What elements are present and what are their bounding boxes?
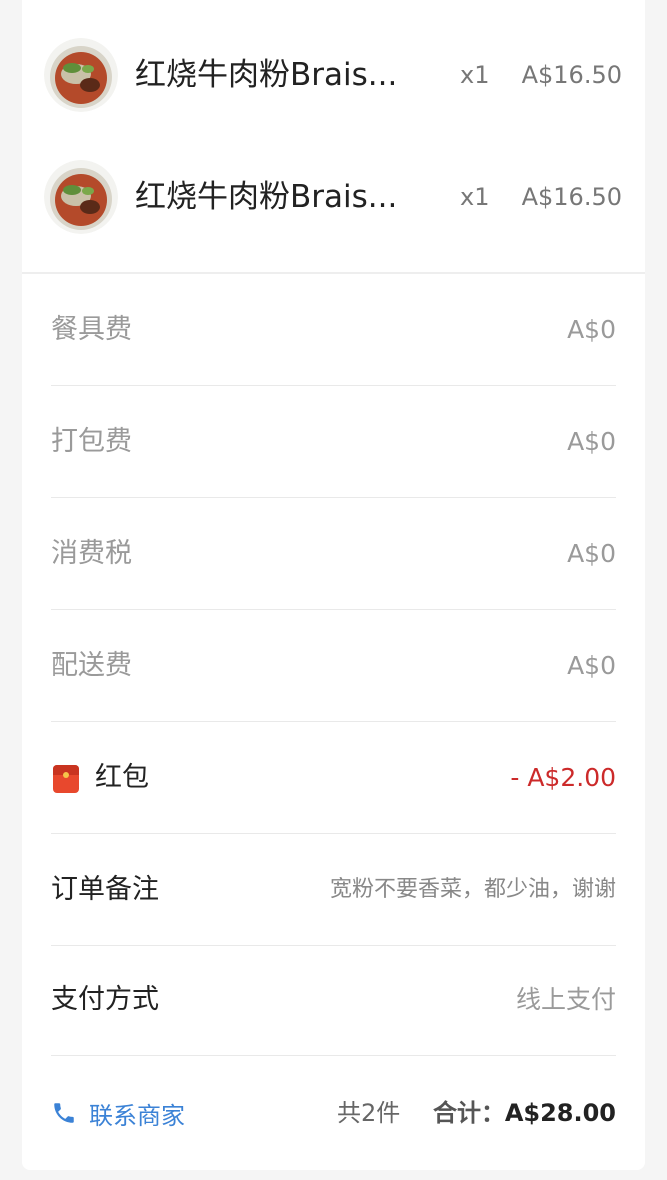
- red-packet-label: 红包: [95, 762, 149, 793]
- payment-method-label: 支付方式: [51, 984, 159, 1015]
- payment-method-value: 线上支付: [515, 985, 616, 1014]
- order-remark-row[interactable]: 订单备注 宽粉不要香菜，都少油，谢谢: [51, 834, 616, 946]
- contact-merchant-button[interactable]: 联系商家: [51, 1093, 185, 1133]
- total-label: 合计：: [433, 1099, 505, 1127]
- item-price: A$16.50: [521, 183, 622, 211]
- item-count: 共2件: [337, 1099, 401, 1127]
- order-item[interactable]: 红烧牛肉粉Brais... x1 A$16.50: [22, 14, 645, 136]
- red-packet-icon: [53, 765, 79, 793]
- item-thumbnail: [44, 160, 118, 234]
- red-packet-row[interactable]: 红包 - A$2.00: [51, 722, 616, 834]
- order-detail-card: 红烧牛肉粉Brais... x1 A$16.50 红烧牛肉粉Brais... x…: [22, 0, 645, 1170]
- item-name: 红烧牛肉粉Brais...: [135, 179, 398, 215]
- contact-merchant-label: 联系商家: [89, 1101, 185, 1130]
- payment-method-row[interactable]: 支付方式 线上支付: [51, 944, 616, 1056]
- packing-fee-row: 打包费 A$0: [51, 386, 616, 498]
- order-summary-footer: 联系商家 共2件 合计： A$28.00: [51, 1055, 616, 1167]
- packing-fee-label: 打包费: [51, 426, 132, 457]
- tax-value: A$0: [567, 539, 616, 568]
- item-quantity: x1: [460, 183, 490, 211]
- delivery-fee-label: 配送费: [51, 650, 132, 681]
- tableware-fee-label: 餐具费: [51, 314, 132, 345]
- item-quantity: x1: [460, 61, 490, 89]
- tableware-fee-value: A$0: [567, 315, 616, 344]
- delivery-fee-value: A$0: [567, 651, 616, 680]
- delivery-fee-row: 配送费 A$0: [51, 610, 616, 722]
- total-amount: A$28.00: [504, 1099, 616, 1127]
- tax-label: 消费税: [51, 538, 132, 569]
- order-remark-label: 订单备注: [51, 874, 159, 905]
- phone-icon: [54, 1103, 74, 1123]
- order-item[interactable]: 红烧牛肉粉Brais... x1 A$16.50: [22, 136, 645, 258]
- order-remark-value: 宽粉不要香菜，都少油，谢谢: [329, 877, 616, 902]
- tax-row: 消费税 A$0: [51, 498, 616, 610]
- tableware-fee-row: 餐具费 A$0: [51, 274, 616, 386]
- item-name: 红烧牛肉粉Brais...: [135, 57, 398, 93]
- item-price: A$16.50: [521, 61, 622, 89]
- packing-fee-value: A$0: [567, 427, 616, 456]
- red-packet-discount: - A$2.00: [510, 763, 616, 792]
- item-thumbnail: [44, 38, 118, 112]
